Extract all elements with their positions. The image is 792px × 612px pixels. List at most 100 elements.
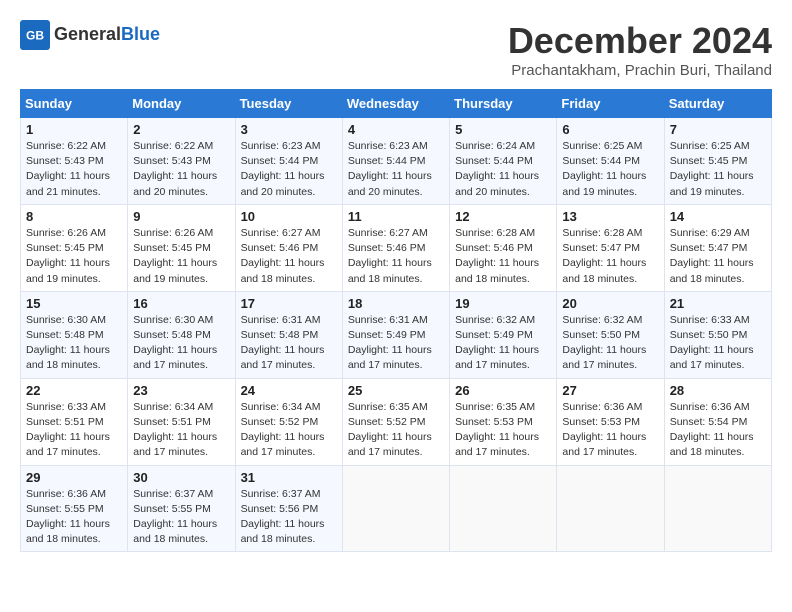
calendar-cell: 25Sunrise: 6:35 AMSunset: 5:52 PMDayligh… bbox=[342, 378, 449, 465]
calendar-cell: 3Sunrise: 6:23 AMSunset: 5:44 PMDaylight… bbox=[235, 118, 342, 205]
header-saturday: Saturday bbox=[664, 90, 771, 118]
calendar-cell: 31Sunrise: 6:37 AMSunset: 5:56 PMDayligh… bbox=[235, 465, 342, 552]
calendar-cell bbox=[664, 465, 771, 552]
calendar-cell: 15 Sunrise: 6:30 AMSunset: 5:48 PMDayligh… bbox=[21, 291, 128, 378]
calendar-week-1: 1 Sunrise: 6:22 AMSunset: 5:43 PMDaylight… bbox=[21, 118, 772, 205]
calendar-cell: 29 Sunrise: 6:36 AMSunset: 5:55 PMDayligh… bbox=[21, 465, 128, 552]
day-detail: Sunrise: 6:27 AMSunset: 5:46 PMDaylight:… bbox=[348, 226, 444, 287]
day-number: 20 bbox=[562, 296, 658, 311]
title-block: December 2024 Prachantakham, Prachin Bur… bbox=[508, 20, 772, 79]
day-detail: Sunrise: 6:35 AMSunset: 5:53 PMDaylight:… bbox=[455, 400, 551, 461]
logo-general: General bbox=[54, 24, 121, 44]
calendar-cell: 14Sunrise: 6:29 AMSunset: 5:47 PMDayligh… bbox=[664, 204, 771, 291]
day-number: 23 bbox=[133, 383, 229, 398]
calendar-week-3: 15 Sunrise: 6:30 AMSunset: 5:48 PMDayligh… bbox=[21, 291, 772, 378]
day-number: 11 bbox=[348, 209, 444, 224]
day-detail: Sunrise: 6:26 AMSunset: 5:45 PMDaylight:… bbox=[26, 226, 122, 287]
day-number: 15 bbox=[26, 296, 122, 311]
header-wednesday: Wednesday bbox=[342, 90, 449, 118]
day-detail: Sunrise: 6:31 AMSunset: 5:48 PMDaylight:… bbox=[241, 313, 337, 374]
day-number: 5 bbox=[455, 122, 551, 137]
calendar-cell: 18 Sunrise: 6:31 AMSunset: 5:49 PMDayligh… bbox=[342, 291, 449, 378]
day-detail: Sunrise: 6:30 AMSunset: 5:48 PMDaylight:… bbox=[26, 313, 122, 374]
calendar-cell: 13Sunrise: 6:28 AMSunset: 5:47 PMDayligh… bbox=[557, 204, 664, 291]
day-detail: Sunrise: 6:33 AMSunset: 5:51 PMDaylight:… bbox=[26, 400, 122, 461]
day-number: 1 bbox=[26, 122, 122, 137]
day-detail: Sunrise: 6:25 AMSunset: 5:45 PMDaylight:… bbox=[670, 139, 766, 200]
day-number: 21 bbox=[670, 296, 766, 311]
logo-icon: GB bbox=[20, 20, 50, 50]
day-detail: Sunrise: 6:32 AMSunset: 5:50 PMDaylight:… bbox=[562, 313, 658, 374]
calendar-week-4: 22Sunrise: 6:33 AMSunset: 5:51 PMDayligh… bbox=[21, 378, 772, 465]
header-friday: Friday bbox=[557, 90, 664, 118]
calendar-week-2: 8 Sunrise: 6:26 AMSunset: 5:45 PMDaylight… bbox=[21, 204, 772, 291]
calendar-cell: 16 Sunrise: 6:30 AMSunset: 5:48 PMDayligh… bbox=[128, 291, 235, 378]
day-number: 26 bbox=[455, 383, 551, 398]
day-detail: Sunrise: 6:32 AMSunset: 5:49 PMDaylight:… bbox=[455, 313, 551, 374]
calendar-cell: 24 Sunrise: 6:34 AMSunset: 5:52 PMDayligh… bbox=[235, 378, 342, 465]
day-number: 10 bbox=[241, 209, 337, 224]
day-number: 25 bbox=[348, 383, 444, 398]
day-number: 6 bbox=[562, 122, 658, 137]
calendar-cell: 21 Sunrise: 6:33 AMSunset: 5:50 PMDayligh… bbox=[664, 291, 771, 378]
calendar-cell bbox=[450, 465, 557, 552]
day-detail: Sunrise: 6:31 AMSunset: 5:49 PMDaylight:… bbox=[348, 313, 444, 374]
day-number: 18 bbox=[348, 296, 444, 311]
day-number: 17 bbox=[241, 296, 337, 311]
header-thursday: Thursday bbox=[450, 90, 557, 118]
location-title: Prachantakham, Prachin Buri, Thailand bbox=[508, 62, 772, 79]
calendar-table: SundayMondayTuesdayWednesdayThursdayFrid… bbox=[20, 89, 772, 552]
day-number: 30 bbox=[133, 470, 229, 485]
day-detail: Sunrise: 6:28 AMSunset: 5:46 PMDaylight:… bbox=[455, 226, 551, 287]
day-number: 3 bbox=[241, 122, 337, 137]
day-detail: Sunrise: 6:22 AMSunset: 5:43 PMDaylight:… bbox=[133, 139, 229, 200]
day-detail: Sunrise: 6:34 AMSunset: 5:52 PMDaylight:… bbox=[241, 400, 337, 461]
calendar-cell: 10 Sunrise: 6:27 AMSunset: 5:46 PMDayligh… bbox=[235, 204, 342, 291]
day-detail: Sunrise: 6:24 AMSunset: 5:44 PMDaylight:… bbox=[455, 139, 551, 200]
svg-text:GB: GB bbox=[26, 29, 44, 43]
day-detail: Sunrise: 6:27 AMSunset: 5:46 PMDaylight:… bbox=[241, 226, 337, 287]
day-number: 2 bbox=[133, 122, 229, 137]
day-detail: Sunrise: 6:26 AMSunset: 5:45 PMDaylight:… bbox=[133, 226, 229, 287]
day-detail: Sunrise: 6:33 AMSunset: 5:50 PMDaylight:… bbox=[670, 313, 766, 374]
day-number: 29 bbox=[26, 470, 122, 485]
calendar-cell: 30 Sunrise: 6:37 AMSunset: 5:55 PMDayligh… bbox=[128, 465, 235, 552]
day-detail: Sunrise: 6:36 AMSunset: 5:55 PMDaylight:… bbox=[26, 487, 122, 548]
day-number: 13 bbox=[562, 209, 658, 224]
page-header: GB GeneralBlue December 2024 Prachantakh… bbox=[20, 20, 772, 79]
logo-blue: Blue bbox=[121, 24, 160, 44]
calendar-cell: 6Sunrise: 6:25 AMSunset: 5:44 PMDaylight… bbox=[557, 118, 664, 205]
calendar-cell: 27Sunrise: 6:36 AMSunset: 5:53 PMDayligh… bbox=[557, 378, 664, 465]
day-detail: Sunrise: 6:37 AMSunset: 5:55 PMDaylight:… bbox=[133, 487, 229, 548]
day-number: 9 bbox=[133, 209, 229, 224]
calendar-cell: 4Sunrise: 6:23 AMSunset: 5:44 PMDaylight… bbox=[342, 118, 449, 205]
calendar-cell: 1 Sunrise: 6:22 AMSunset: 5:43 PMDaylight… bbox=[21, 118, 128, 205]
day-number: 28 bbox=[670, 383, 766, 398]
calendar-cell: 22Sunrise: 6:33 AMSunset: 5:51 PMDayligh… bbox=[21, 378, 128, 465]
day-detail: Sunrise: 6:36 AMSunset: 5:54 PMDaylight:… bbox=[670, 400, 766, 461]
calendar-cell: 20 Sunrise: 6:32 AMSunset: 5:50 PMDayligh… bbox=[557, 291, 664, 378]
day-detail: Sunrise: 6:34 AMSunset: 5:51 PMDaylight:… bbox=[133, 400, 229, 461]
logo: GB GeneralBlue bbox=[20, 20, 160, 50]
calendar-cell bbox=[342, 465, 449, 552]
day-detail: Sunrise: 6:30 AMSunset: 5:48 PMDaylight:… bbox=[133, 313, 229, 374]
calendar-cell: 28 Sunrise: 6:36 AMSunset: 5:54 PMDayligh… bbox=[664, 378, 771, 465]
calendar-cell: 26 Sunrise: 6:35 AMSunset: 5:53 PMDayligh… bbox=[450, 378, 557, 465]
calendar-week-5: 29 Sunrise: 6:36 AMSunset: 5:55 PMDayligh… bbox=[21, 465, 772, 552]
day-detail: Sunrise: 6:22 AMSunset: 5:43 PMDaylight:… bbox=[26, 139, 122, 200]
day-number: 16 bbox=[133, 296, 229, 311]
calendar-cell: 17 Sunrise: 6:31 AMSunset: 5:48 PMDayligh… bbox=[235, 291, 342, 378]
calendar-cell: 2 Sunrise: 6:22 AMSunset: 5:43 PMDaylight… bbox=[128, 118, 235, 205]
calendar-cell: 23 Sunrise: 6:34 AMSunset: 5:51 PMDayligh… bbox=[128, 378, 235, 465]
header-sunday: Sunday bbox=[21, 90, 128, 118]
day-number: 27 bbox=[562, 383, 658, 398]
calendar-cell: 19Sunrise: 6:32 AMSunset: 5:49 PMDayligh… bbox=[450, 291, 557, 378]
day-number: 8 bbox=[26, 209, 122, 224]
day-detail: Sunrise: 6:23 AMSunset: 5:44 PMDaylight:… bbox=[348, 139, 444, 200]
day-detail: Sunrise: 6:37 AMSunset: 5:56 PMDaylight:… bbox=[241, 487, 337, 548]
day-number: 24 bbox=[241, 383, 337, 398]
calendar-cell: 12Sunrise: 6:28 AMSunset: 5:46 PMDayligh… bbox=[450, 204, 557, 291]
day-number: 7 bbox=[670, 122, 766, 137]
calendar-cell: 7 Sunrise: 6:25 AMSunset: 5:45 PMDaylight… bbox=[664, 118, 771, 205]
calendar-cell: 8 Sunrise: 6:26 AMSunset: 5:45 PMDaylight… bbox=[21, 204, 128, 291]
